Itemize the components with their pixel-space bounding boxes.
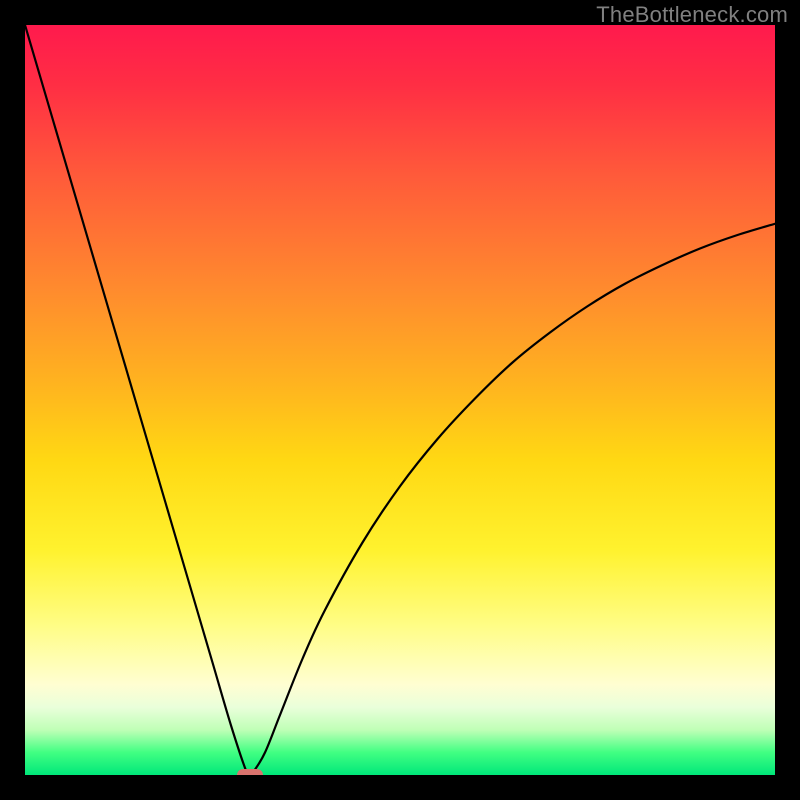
chart-frame: TheBottleneck.com bbox=[0, 0, 800, 800]
watermark-text: TheBottleneck.com bbox=[596, 2, 788, 28]
optimal-point bbox=[237, 769, 263, 775]
bottleneck-curve bbox=[25, 25, 775, 775]
curve-svg bbox=[25, 25, 775, 775]
plot-area bbox=[25, 25, 775, 775]
